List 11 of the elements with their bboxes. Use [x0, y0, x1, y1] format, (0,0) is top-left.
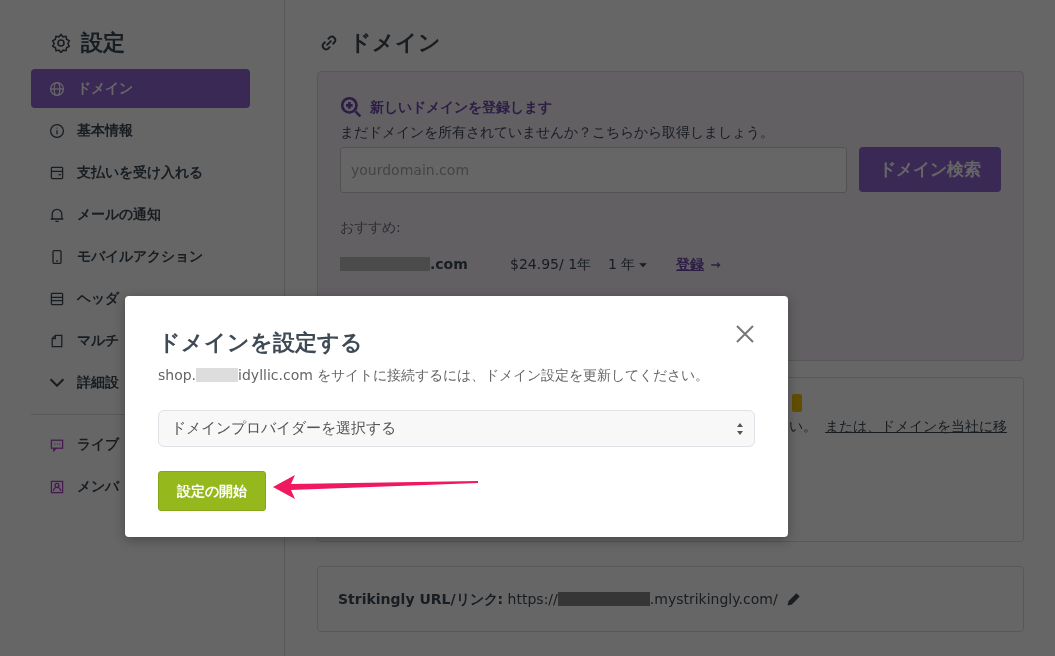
sidebar-title: 設定	[81, 29, 125, 57]
section-heading: 新しいドメインを登録します	[370, 97, 552, 117]
price-text: $24.95/ 1年	[510, 255, 593, 274]
modal-title: ドメインを設定する	[158, 329, 363, 357]
url-text: Strikingly URL/リンク: https:// .mystrikingly.com/	[338, 589, 778, 609]
connect-text: い。	[789, 417, 817, 436]
description-text: まだドメインを所有されていませんか？こちらから取得しましょう。	[340, 123, 775, 142]
recommend-label: おすすめ:	[340, 218, 402, 237]
modal-text: shop. idyllic.com をサイトに接続するには、ドメイン設定を更新してください。	[158, 366, 711, 385]
domain-name: .com	[340, 254, 510, 275]
page-title: ドメイン	[349, 29, 441, 57]
